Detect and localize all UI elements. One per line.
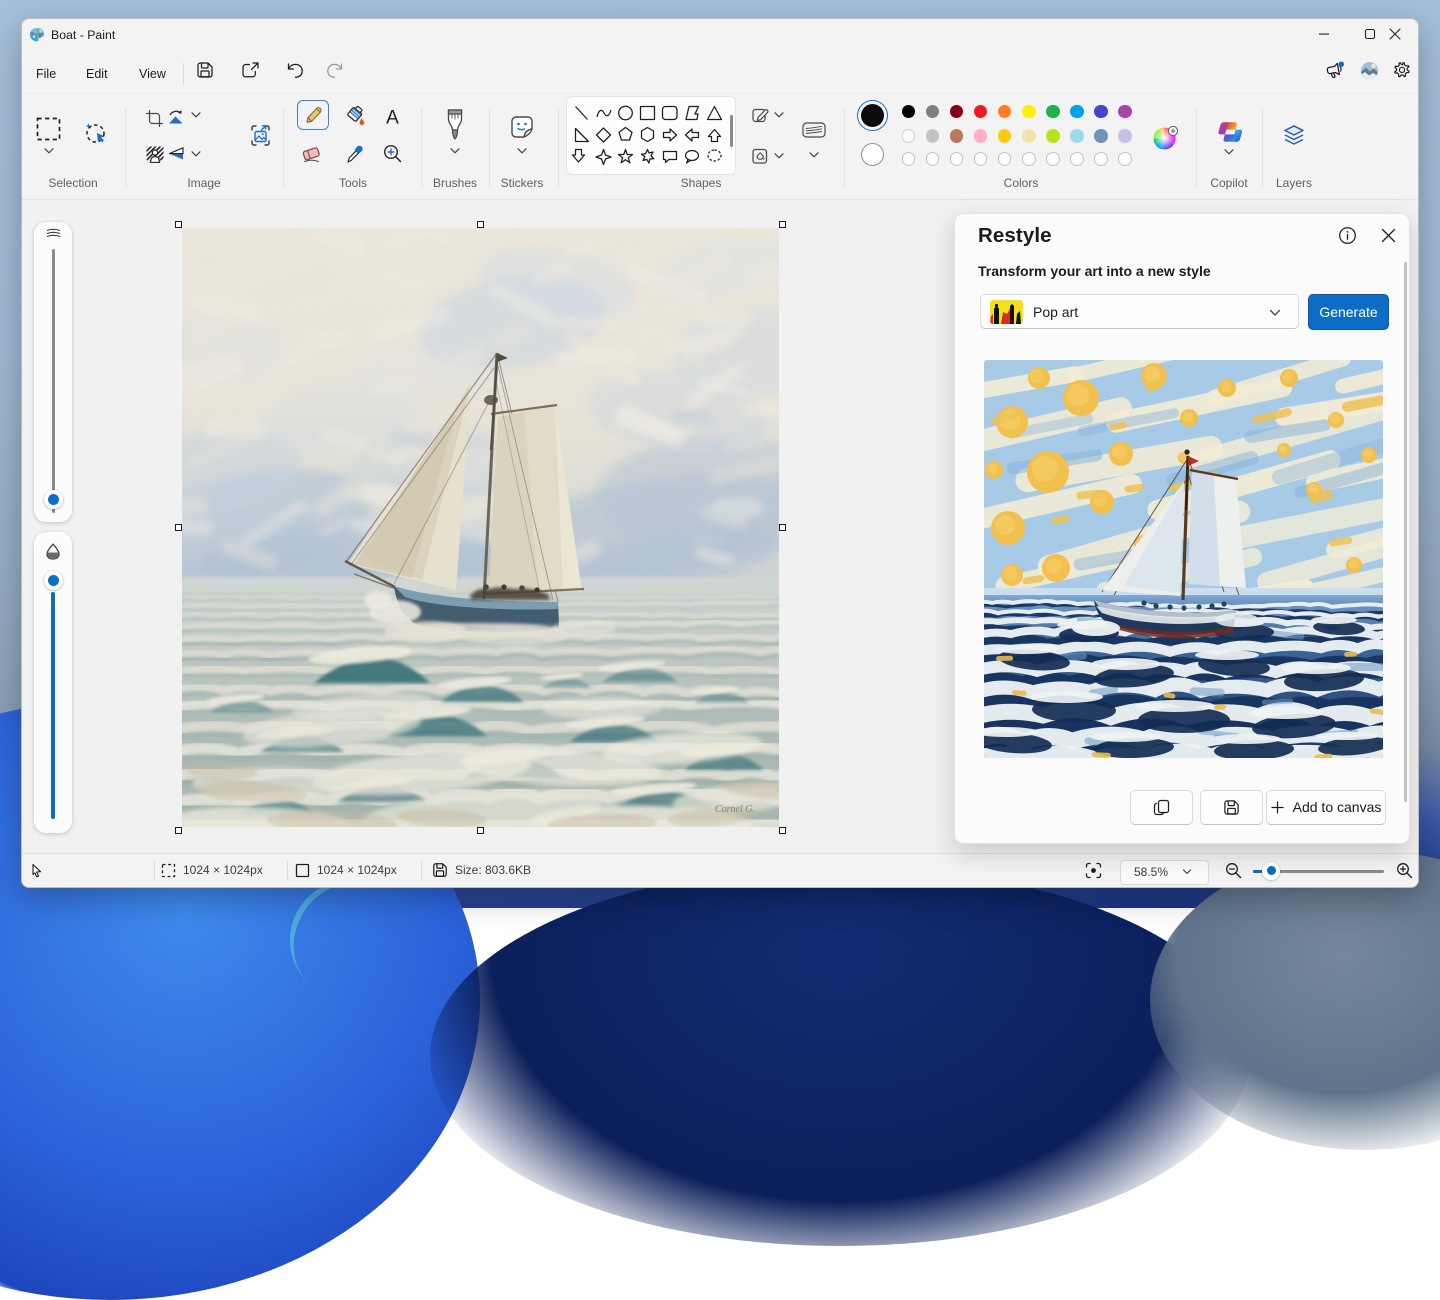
svg-text:Cornel G.: Cornel G.	[715, 804, 755, 815]
svg-text:A: A	[386, 108, 399, 127]
